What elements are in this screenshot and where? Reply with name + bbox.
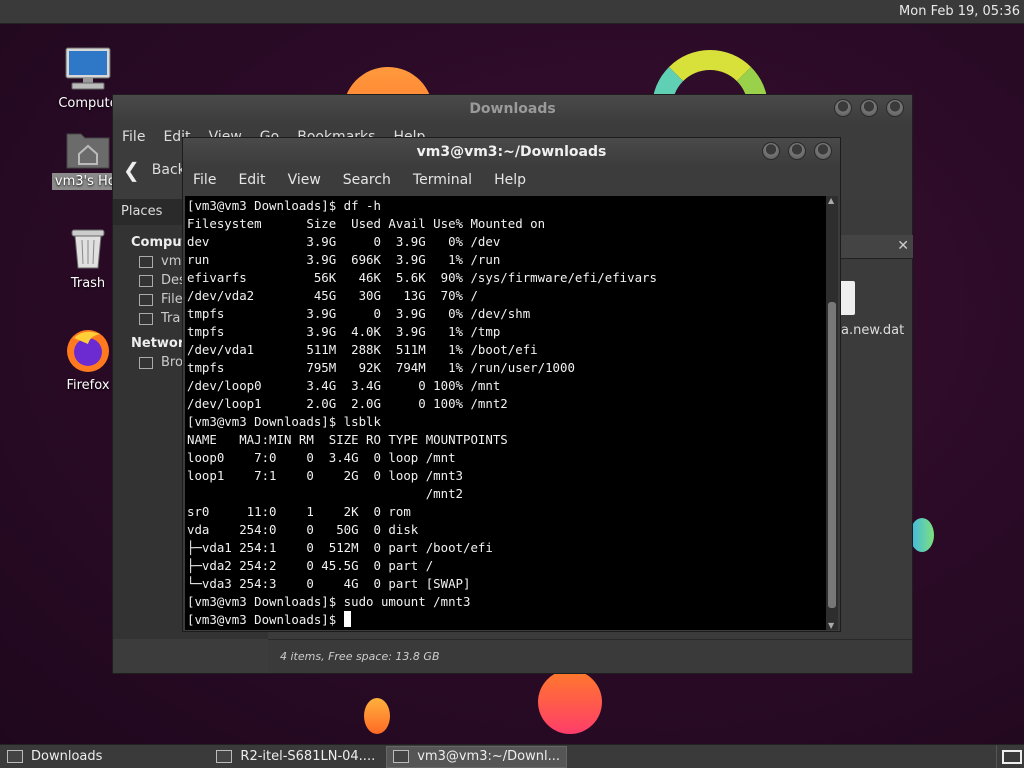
taskbar-item-image-viewer[interactable]: R2-itel-S681LN-04....	[209, 746, 382, 768]
wallpaper-orange-shape	[364, 698, 390, 734]
minimize-button[interactable]	[834, 99, 852, 117]
text-cursor	[343, 611, 351, 627]
desktop-icon-label: Trash	[70, 276, 106, 291]
terminal-prompt: [vm3@vm3 Downloads]$	[187, 612, 344, 627]
menu-view[interactable]: View	[288, 172, 321, 188]
terminal-line: /dev/loop1 2.0G 2.0G 0 100% /mnt2	[187, 396, 508, 411]
drive-icon	[139, 293, 153, 306]
terminal-line: Filesystem Size Used Avail Use% Mounted …	[187, 216, 546, 231]
terminal-window[interactable]: vm3@vm3:~/Downloads File Edit View Searc…	[182, 137, 841, 632]
image-icon	[216, 750, 233, 763]
window-title: vm3@vm3:~/Downloads	[416, 144, 607, 160]
scrollbar-thumb[interactable]	[828, 302, 836, 608]
terminal-line: loop1 7:1 0 2G 0 loop /mnt3	[187, 468, 464, 483]
terminal-line: ├─vda2 254:2 0 45.5G 0 part /	[187, 558, 434, 573]
terminal-line: /dev/vda2 45G 30G 13G 70% /	[187, 288, 478, 303]
terminal-line: sr0 11:0 1 2K 0 rom	[187, 504, 411, 519]
menu-help[interactable]: Help	[494, 172, 526, 188]
terminal-line: /dev/loop0 3.4G 3.4G 0 100% /mnt	[187, 378, 501, 393]
desktop-icon-label: Firefox	[66, 378, 110, 393]
firefox-icon	[67, 330, 109, 372]
terminal-line: /mnt2	[187, 486, 464, 501]
terminal-line: [vm3@vm3 Downloads]$ df -h	[187, 198, 381, 213]
workspace-icon	[1002, 750, 1022, 764]
window-title: Downloads	[469, 101, 556, 117]
tab-bar: ✕	[841, 235, 913, 259]
folder-icon	[7, 750, 23, 763]
terminal-menubar: File Edit View Search Terminal Help	[183, 166, 840, 194]
terminal-line: vda 254:0 0 50G 0 disk	[187, 522, 419, 537]
file-label[interactable]: a.new.dat	[841, 323, 904, 338]
terminal-line: └─vda3 254:3 0 4G 0 part [SWAP]	[187, 576, 471, 591]
close-button[interactable]	[814, 142, 832, 160]
back-button[interactable]: Back	[152, 162, 186, 178]
terminal-scrollbar[interactable]: ▲ ▼	[826, 196, 838, 630]
trash-icon	[71, 229, 105, 269]
terminal-icon	[393, 750, 410, 763]
home-folder-icon	[66, 133, 110, 169]
clock[interactable]: Mon Feb 19, 05:36	[899, 4, 1020, 19]
close-button[interactable]	[886, 99, 904, 117]
terminal-line: run 3.9G 696K 3.9G 1% /run	[187, 252, 501, 267]
taskbar-item-downloads[interactable]: Downloads	[0, 746, 109, 768]
terminal-line: efivarfs 56K 46K 5.6K 90% /sys/firmware/…	[187, 270, 657, 285]
maximize-button[interactable]	[860, 99, 878, 117]
desktop-icon-label: Compute	[58, 96, 118, 111]
terminal-line: dev 3.9G 0 3.9G 0% /dev	[187, 234, 501, 249]
wallpaper-blue-shape	[910, 518, 934, 552]
taskbar: Downloads R2-itel-S681LN-04.... vm3@vm3:…	[0, 744, 1024, 768]
minimize-button[interactable]	[762, 142, 780, 160]
menu-file[interactable]: File	[122, 129, 145, 145]
top-panel: Mon Feb 19, 05:36	[0, 0, 1024, 24]
maximize-button[interactable]	[788, 142, 806, 160]
computer-icon	[65, 47, 111, 90]
wallpaper-orange-shape	[538, 670, 602, 734]
menu-terminal[interactable]: Terminal	[413, 172, 472, 188]
network-icon	[139, 356, 153, 369]
terminal-line: tmpfs 3.9G 4.0K 3.9G 1% /tmp	[187, 324, 501, 339]
close-tab-icon[interactable]: ✕	[897, 238, 909, 254]
back-arrow-icon[interactable]: ❮	[123, 158, 140, 182]
terminal-line: [vm3@vm3 Downloads]$ lsblk	[187, 414, 381, 429]
trash-small-icon	[139, 312, 153, 325]
terminal-line: /dev/vda1 511M 288K 511M 1% /boot/efi	[187, 342, 538, 357]
terminal-line: ├─vda1 254:1 0 512M 0 part /boot/efi	[187, 540, 493, 555]
terminal-line: tmpfs 3.9G 0 3.9G 0% /dev/shm	[187, 306, 531, 321]
scroll-up-icon[interactable]: ▲	[828, 196, 834, 205]
workspace-switcher[interactable]	[996, 745, 1024, 768]
terminal-titlebar[interactable]: vm3@vm3:~/Downloads	[183, 138, 840, 166]
terminal-line: [vm3@vm3 Downloads]$ sudo umount /mnt3	[187, 594, 471, 609]
terminal-prompt-line[interactable]: [vm3@vm3 Downloads]$	[187, 611, 828, 629]
menu-file[interactable]: File	[193, 172, 216, 188]
terminal-line: tmpfs 795M 92K 794M 1% /run/user/1000	[187, 360, 575, 375]
terminal-output[interactable]: [vm3@vm3 Downloads]$ df -h Filesystem Siz…	[185, 196, 828, 630]
desktop-icon	[139, 274, 153, 287]
scroll-down-icon[interactable]: ▼	[828, 621, 834, 630]
terminal-line: NAME MAJ:MIN RM SIZE RO TYPE MOUNTPOINTS	[187, 432, 508, 447]
home-icon	[139, 255, 153, 268]
menu-search[interactable]: Search	[343, 172, 391, 188]
taskbar-item-terminal[interactable]: vm3@vm3:~/Downl...	[386, 745, 567, 768]
file-manager-titlebar[interactable]: Downloads	[113, 95, 912, 123]
menu-edit[interactable]: Edit	[238, 172, 265, 188]
terminal-line: loop0 7:0 0 3.4G 0 loop /mnt	[187, 450, 456, 465]
status-bar: 4 items, Free space: 13.8 GB	[268, 639, 912, 673]
